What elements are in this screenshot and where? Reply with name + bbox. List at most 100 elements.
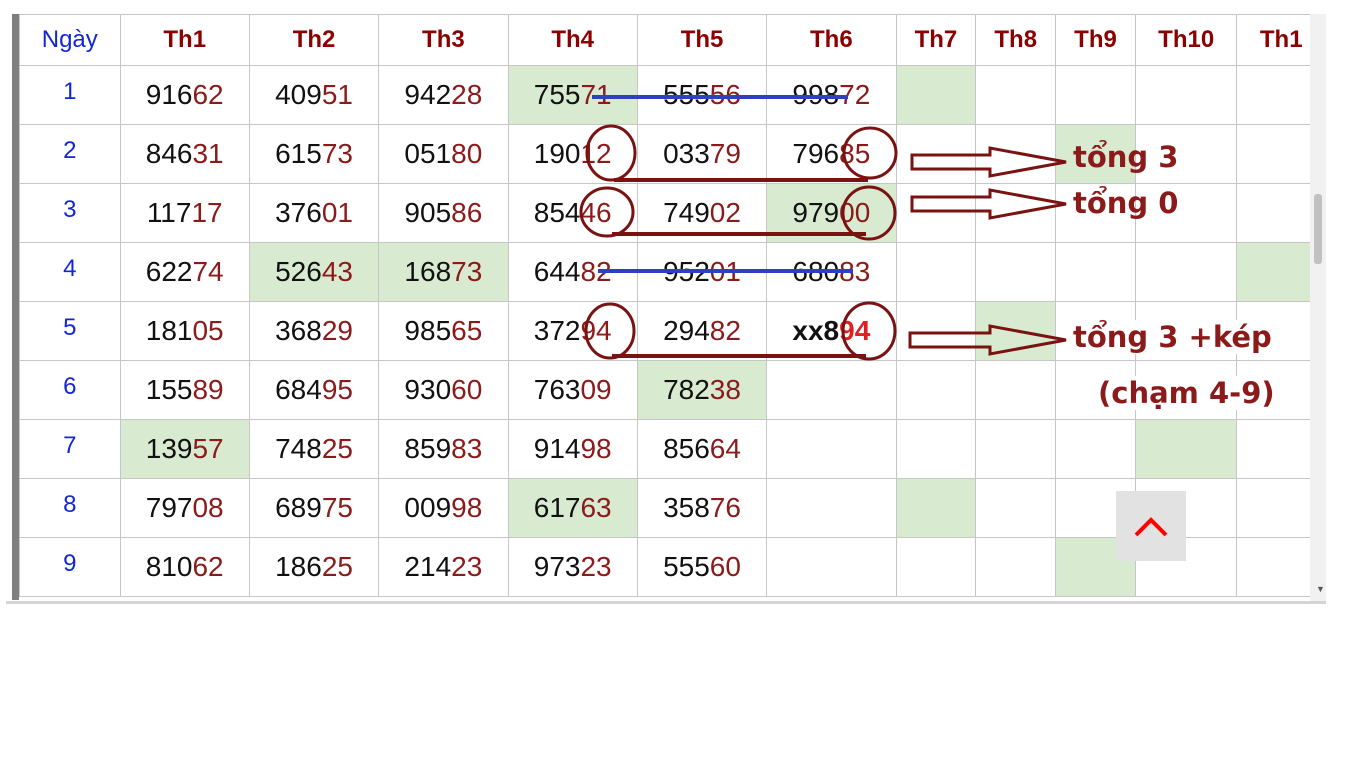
- result-tail-digits: 00: [839, 197, 871, 228]
- result-head-digits: 684: [275, 374, 322, 405]
- result-tail-digits: 94: [580, 315, 612, 346]
- day-number: 2: [19, 124, 121, 184]
- result-tail-digits: 82: [580, 256, 612, 287]
- result-cell: 16873: [378, 242, 509, 302]
- result-tail-digits: 09: [580, 374, 612, 405]
- result-cell: 15589: [119, 360, 250, 420]
- empty-cell: [766, 419, 897, 479]
- column-header-th5: Th5: [636, 14, 768, 66]
- result-cell: 85983: [378, 419, 509, 479]
- result-tail-digits: 89: [192, 374, 224, 405]
- table-row: 4 62274 52643 16873 64482 95201 68083: [19, 242, 1326, 302]
- result-head-digits: 155: [145, 374, 193, 405]
- day-number: 1: [19, 65, 121, 125]
- result-tail-digits: 56: [709, 79, 741, 110]
- result-cell: 81062: [119, 537, 250, 597]
- result-head-digits: 810: [145, 551, 193, 582]
- result-tail-digits: 23: [580, 551, 612, 582]
- horizontal-scrollbar[interactable]: [6, 601, 1326, 604]
- result-head-digits: 952: [663, 256, 710, 287]
- result-cell: 52643: [248, 242, 380, 302]
- result-cell: 61763: [507, 478, 638, 538]
- result-cell: 85664: [636, 419, 768, 479]
- result-head-digits: 617: [533, 492, 581, 523]
- scroll-down-arrow-icon[interactable]: ▼: [1316, 584, 1326, 596]
- result-cell: 40951: [248, 65, 380, 125]
- result-head-digits: 214: [404, 551, 452, 582]
- result-cell: 90586: [378, 183, 509, 243]
- result-tail-digits: 80: [451, 138, 483, 169]
- empty-cell: [1134, 419, 1238, 479]
- result-cell: 55560: [636, 537, 768, 597]
- empty-cell: [975, 537, 1057, 597]
- result-head-digits: 979: [792, 197, 840, 228]
- day-number: 8: [19, 478, 121, 538]
- result-cell: 91662: [119, 65, 250, 125]
- result-head-digits: 856: [663, 433, 710, 464]
- column-header-th1: Th1: [119, 14, 250, 66]
- result-cell: 78238: [636, 360, 768, 420]
- result-cell: 62274: [119, 242, 250, 302]
- result-cell: 94228: [378, 65, 509, 125]
- result-tail-digits: 75: [321, 492, 353, 523]
- result-tail-digits: 65: [451, 315, 483, 346]
- empty-cell: [1055, 65, 1136, 125]
- empty-cell: [895, 183, 977, 243]
- empty-cell: [766, 360, 897, 420]
- result-cell: 97900: [766, 183, 897, 243]
- result-tail-digits: 05: [192, 315, 224, 346]
- result-tail-digits: 94: [839, 315, 871, 346]
- result-head-digits: 859: [404, 433, 452, 464]
- annotation-note: tổng 3 +kép: [1070, 320, 1275, 354]
- result-cell: 35876: [636, 478, 768, 538]
- result-head-digits: 797: [145, 492, 193, 523]
- header-row: Ngày Th1 Th2 Th3 Th4 Th5 Th6 Th7 Th8 Th9 Th10 Th1: [19, 14, 1326, 66]
- scrollbar-thumb[interactable]: [1314, 194, 1322, 264]
- result-tail-digits: 62: [192, 551, 224, 582]
- result-tail-digits: 38: [709, 374, 741, 405]
- result-head-digits: 846: [145, 138, 193, 169]
- result-cell: 19012: [507, 124, 638, 184]
- result-tail-digits: 25: [321, 433, 353, 464]
- result-head-digits: 051: [404, 138, 452, 169]
- empty-cell: [895, 242, 977, 302]
- result-cell: 97323: [507, 537, 638, 597]
- result-tail-digits: 72: [839, 79, 871, 110]
- day-number: 7: [19, 419, 121, 479]
- day-number: 4: [19, 242, 121, 302]
- column-header-th8: Th8: [975, 14, 1057, 66]
- result-cell: 61573: [248, 124, 380, 184]
- result-head-digits: 117: [146, 197, 192, 228]
- empty-cell: [895, 360, 977, 420]
- column-header-th4: Th4: [507, 14, 638, 66]
- empty-cell: [975, 301, 1057, 361]
- empty-cell: [975, 478, 1057, 538]
- result-tail-digits: 51: [321, 79, 353, 110]
- result-head-digits: 186: [275, 551, 322, 582]
- back-to-top-button[interactable]: [1116, 491, 1186, 561]
- result-head-digits: 622: [145, 256, 193, 287]
- result-tail-digits: 83: [451, 433, 483, 464]
- result-cell: 68495: [248, 360, 380, 420]
- vertical-scrollbar[interactable]: [1310, 14, 1326, 604]
- day-number: 3: [19, 183, 121, 243]
- result-tail-digits: 73: [451, 256, 483, 287]
- result-head-digits: 689: [275, 492, 322, 523]
- annotation-note: tổng 0: [1073, 186, 1179, 220]
- result-head-digits: 749: [663, 197, 710, 228]
- result-tail-digits: 82: [709, 315, 741, 346]
- result-tail-digits: 95: [321, 374, 353, 405]
- result-cell: 05180: [378, 124, 509, 184]
- result-head-digits: 139: [145, 433, 193, 464]
- result-cell: 36829: [248, 301, 380, 361]
- result-tail-digits: 02: [709, 197, 741, 228]
- result-head-digits: 854: [533, 197, 581, 228]
- result-cell: 13957: [119, 419, 250, 479]
- result-tail-digits: 79: [709, 138, 741, 169]
- empty-cell: [895, 301, 977, 361]
- empty-cell: [975, 242, 1057, 302]
- result-head-digits: 985: [404, 315, 452, 346]
- result-head-digits: 294: [663, 315, 710, 346]
- result-tail-digits: 74: [192, 256, 224, 287]
- result-head-digits: 905: [404, 197, 452, 228]
